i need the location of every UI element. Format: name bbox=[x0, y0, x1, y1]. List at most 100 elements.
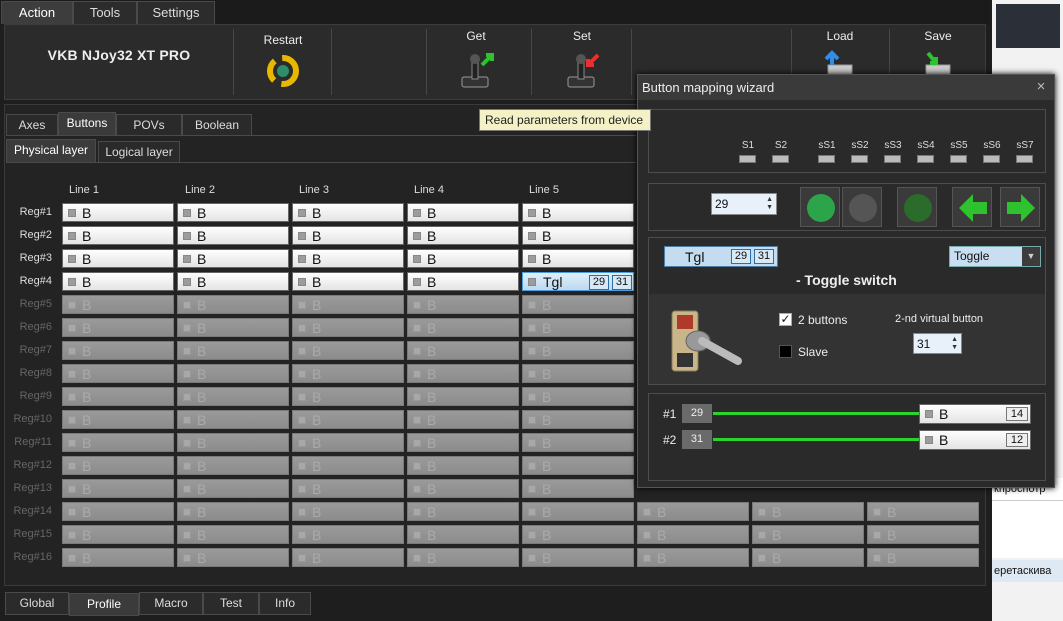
cell-checkbox[interactable] bbox=[873, 554, 881, 562]
button-cell[interactable]: B bbox=[177, 318, 289, 337]
cell-checkbox[interactable] bbox=[413, 416, 421, 424]
cell-checkbox[interactable] bbox=[68, 554, 76, 562]
button-cell[interactable]: B bbox=[292, 249, 404, 268]
cell-checkbox[interactable] bbox=[925, 410, 933, 418]
button-cell[interactable]: B bbox=[522, 295, 634, 314]
button-cell[interactable]: B bbox=[177, 433, 289, 452]
button-cell[interactable]: B bbox=[407, 364, 519, 383]
button-cell[interactable]: B bbox=[177, 249, 289, 268]
cell-checkbox[interactable] bbox=[183, 416, 191, 424]
cell-checkbox[interactable] bbox=[528, 255, 536, 263]
cell-checkbox[interactable] bbox=[298, 347, 306, 355]
button-cell[interactable]: B bbox=[292, 479, 404, 498]
button-cell[interactable]: B bbox=[407, 295, 519, 314]
button-cell[interactable]: B bbox=[407, 318, 519, 337]
menu-tab-tools[interactable]: Tools bbox=[73, 1, 137, 24]
button-cell[interactable]: B bbox=[292, 433, 404, 452]
cell-checkbox[interactable] bbox=[183, 462, 191, 470]
button-cell[interactable]: B bbox=[407, 525, 519, 544]
tab-buttons[interactable]: Buttons bbox=[58, 112, 116, 136]
cell-checkbox[interactable] bbox=[873, 531, 881, 539]
restart-button[interactable]: Restart bbox=[237, 25, 329, 99]
cell-checkbox[interactable] bbox=[298, 531, 306, 539]
button-cell[interactable]: B bbox=[522, 318, 634, 337]
cell-checkbox[interactable] bbox=[413, 554, 421, 562]
button-cell[interactable]: B bbox=[407, 249, 519, 268]
cell-checkbox[interactable] bbox=[68, 439, 76, 447]
tab-macro[interactable]: Macro bbox=[139, 592, 203, 615]
cell-checkbox[interactable] bbox=[873, 508, 881, 516]
button-cell[interactable]: B bbox=[292, 502, 404, 521]
button-cell[interactable]: B bbox=[407, 341, 519, 360]
button-cell[interactable]: B bbox=[177, 295, 289, 314]
mapping-target-cell[interactable]: B 14 bbox=[919, 404, 1031, 424]
button-cell[interactable]: B bbox=[292, 341, 404, 360]
button-cell[interactable]: B bbox=[407, 410, 519, 429]
button-cell[interactable]: B bbox=[292, 364, 404, 383]
button-cell[interactable]: B bbox=[407, 433, 519, 452]
button-cell[interactable]: B bbox=[62, 456, 174, 475]
cell-checkbox[interactable] bbox=[758, 531, 766, 539]
cell-checkbox[interactable] bbox=[298, 232, 306, 240]
cell-checkbox[interactable] bbox=[413, 232, 421, 240]
button-cell[interactable]: B bbox=[407, 272, 519, 291]
button-cell[interactable]: B bbox=[62, 502, 174, 521]
cell-checkbox[interactable] bbox=[528, 416, 536, 424]
cell-checkbox[interactable] bbox=[925, 436, 933, 444]
cell-checkbox[interactable] bbox=[528, 232, 536, 240]
spinner-arrows-icon[interactable]: ▲ ▼ bbox=[766, 196, 773, 212]
cell-checkbox[interactable] bbox=[413, 439, 421, 447]
cell-checkbox[interactable] bbox=[183, 324, 191, 332]
next-button[interactable] bbox=[1000, 187, 1040, 227]
cell-checkbox[interactable] bbox=[183, 347, 191, 355]
button-cell[interactable]: B bbox=[637, 502, 749, 521]
tab-physical-layer[interactable]: Physical layer bbox=[6, 139, 96, 163]
button-cell[interactable]: B bbox=[292, 548, 404, 567]
cell-checkbox[interactable] bbox=[758, 508, 766, 516]
cell-checkbox[interactable] bbox=[68, 347, 76, 355]
cell-checkbox[interactable] bbox=[528, 347, 536, 355]
cell-checkbox[interactable] bbox=[183, 508, 191, 516]
cell-checkbox[interactable] bbox=[413, 508, 421, 516]
cell-checkbox[interactable] bbox=[528, 209, 536, 217]
cell-checkbox[interactable] bbox=[413, 301, 421, 309]
button-cell[interactable]: B bbox=[752, 502, 864, 521]
button-cell[interactable]: B bbox=[62, 479, 174, 498]
button-cell[interactable]: B bbox=[292, 387, 404, 406]
button-cell[interactable]: B bbox=[177, 364, 289, 383]
button-cell[interactable]: B bbox=[177, 272, 289, 291]
cell-checkbox[interactable] bbox=[528, 439, 536, 447]
button-cell[interactable]: B bbox=[292, 272, 404, 291]
cell-checkbox[interactable] bbox=[183, 554, 191, 562]
cell-checkbox[interactable] bbox=[183, 278, 191, 286]
button-cell[interactable]: B bbox=[62, 364, 174, 383]
tab-povs[interactable]: POVs bbox=[116, 114, 182, 136]
paste-button[interactable] bbox=[842, 187, 882, 227]
two-buttons-checkbox[interactable]: ✓ bbox=[779, 313, 792, 326]
button-cell[interactable]: B bbox=[177, 226, 289, 245]
tab-global[interactable]: Global bbox=[5, 592, 69, 615]
cell-checkbox[interactable] bbox=[183, 209, 191, 217]
button-cell[interactable]: B bbox=[522, 249, 634, 268]
cell-checkbox[interactable] bbox=[528, 370, 536, 378]
cell-checkbox[interactable] bbox=[183, 531, 191, 539]
cell-checkbox[interactable] bbox=[183, 439, 191, 447]
button-cell[interactable]: B bbox=[62, 318, 174, 337]
button-cell[interactable]: B bbox=[407, 456, 519, 475]
button-cell[interactable]: B bbox=[407, 502, 519, 521]
tab-axes[interactable]: Axes bbox=[6, 114, 58, 136]
button-cell[interactable]: B bbox=[407, 548, 519, 567]
cell-checkbox[interactable] bbox=[68, 324, 76, 332]
button-cell[interactable]: B bbox=[62, 548, 174, 567]
cell-checkbox[interactable] bbox=[413, 531, 421, 539]
button-cell[interactable]: B bbox=[62, 433, 174, 452]
cell-checkbox[interactable] bbox=[298, 485, 306, 493]
cell-checkbox[interactable] bbox=[413, 278, 421, 286]
cell-checkbox[interactable] bbox=[68, 462, 76, 470]
spinner-arrows-icon[interactable]: ▲ ▼ bbox=[951, 336, 958, 352]
button-cell[interactable]: B bbox=[867, 548, 979, 567]
cell-checkbox[interactable] bbox=[643, 531, 651, 539]
cell-checkbox[interactable] bbox=[183, 255, 191, 263]
button-cell[interactable]: B bbox=[177, 548, 289, 567]
reset-button[interactable] bbox=[897, 187, 937, 227]
